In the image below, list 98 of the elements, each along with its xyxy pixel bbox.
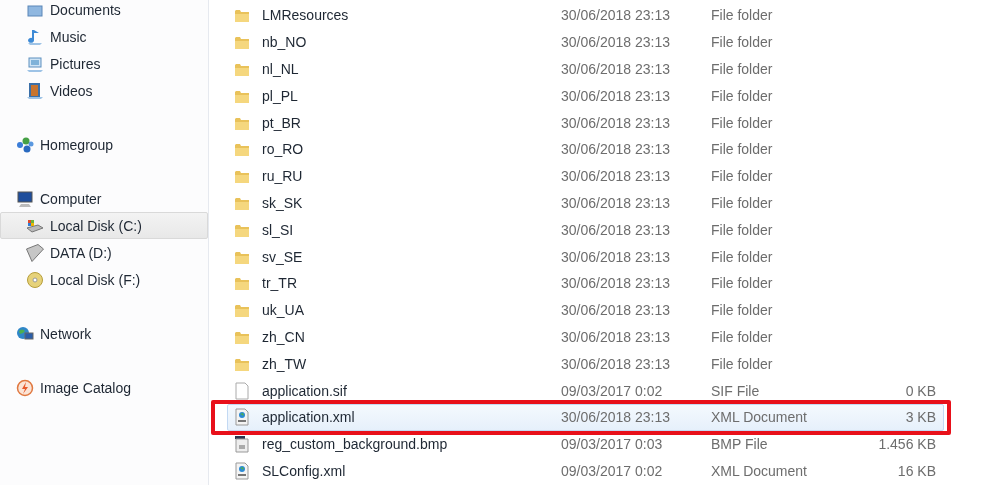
nav-item[interactable]: Local Disk (C:) bbox=[0, 212, 208, 239]
date-modified: 30/06/2018 23:13 bbox=[561, 87, 671, 104]
file-type: File folder bbox=[711, 221, 774, 238]
file-icon bbox=[234, 461, 250, 480]
file-type: File folder bbox=[711, 114, 774, 131]
file-type: BMP File bbox=[711, 436, 769, 453]
date-modified: 30/06/2018 23:13 bbox=[561, 61, 671, 77]
file-size: 16 KB bbox=[897, 462, 936, 479]
date-modified: 30/06/2018 23:13 bbox=[561, 355, 671, 372]
file-size: 0 KB bbox=[905, 382, 936, 399]
date-modified: 30/06/2018 23:13 bbox=[561, 409, 671, 426]
file-name: reg_custom_background.bmp bbox=[262, 436, 449, 453]
file-name: ru_RU bbox=[262, 168, 304, 185]
date-modified: 30/06/2018 23:13 bbox=[561, 275, 671, 292]
file-icon bbox=[234, 381, 250, 400]
file-row[interactable]: pl_PL 30/06/2018 23:13 File folder bbox=[227, 82, 944, 110]
date-modified: 30/06/2018 23:13 bbox=[561, 34, 671, 51]
file-name: sv_SE bbox=[262, 248, 304, 265]
file-name: tr_TR bbox=[262, 275, 298, 292]
computer-icon bbox=[16, 189, 34, 208]
file-type: File folder bbox=[711, 168, 774, 185]
file-icon bbox=[234, 435, 250, 454]
nav-item[interactable]: DATA (D:) bbox=[0, 239, 208, 266]
file-name: sk_SK bbox=[262, 194, 304, 211]
file-row[interactable]: uk_UA 30/06/2018 23:13 File folder bbox=[227, 296, 944, 324]
date-modified: 30/06/2018 23:13 bbox=[561, 221, 671, 238]
date-modified: 09/03/2017 0:03 bbox=[561, 436, 664, 453]
nav-item[interactable]: Network bbox=[0, 320, 208, 347]
file-name: nb_NO bbox=[262, 34, 308, 51]
file-type: File folder bbox=[711, 275, 774, 292]
file-type: File folder bbox=[711, 328, 774, 345]
file-type: File folder bbox=[711, 355, 774, 372]
file-name: zh_TW bbox=[262, 355, 308, 372]
file-type: File folder bbox=[711, 248, 774, 265]
file-type: SIF File bbox=[711, 382, 761, 399]
file-icon bbox=[234, 408, 250, 427]
file-name: pl_PL bbox=[262, 87, 299, 104]
date-modified: 30/06/2018 23:13 bbox=[561, 328, 671, 345]
file-row[interactable]: pt_BR 30/06/2018 23:13 File folder bbox=[227, 109, 944, 136]
nav-item[interactable]: Videos bbox=[0, 77, 208, 104]
file-row[interactable]: reg_custom_background.bmp 09/03/2017 0:03 BMP File 1.456 KB bbox=[227, 430, 944, 458]
date-modified: 09/03/2017 0:02 bbox=[561, 382, 664, 399]
file-row[interactable]: SLConfig.xml 09/03/2017 0:02 XML Document 16 KB bbox=[227, 457, 944, 485]
homegroup-icon bbox=[16, 135, 34, 154]
file-name: ro_RO bbox=[262, 141, 305, 158]
file-type: File folder bbox=[711, 7, 774, 24]
music-icon bbox=[26, 27, 44, 46]
date-modified: 30/06/2018 23:13 bbox=[561, 168, 671, 185]
file-row[interactable]: application.sif 09/03/2017 0:02 SIF File 0 KB bbox=[227, 377, 944, 404]
file-type: XML Document bbox=[711, 409, 808, 426]
file-name: zh_CN bbox=[262, 328, 306, 345]
file-type: File folder bbox=[711, 141, 774, 158]
nav-item[interactable]: Computer bbox=[0, 185, 208, 212]
file-type: XML Document bbox=[711, 462, 808, 479]
file-type: File folder bbox=[711, 61, 774, 77]
file-name: uk_UA bbox=[262, 302, 306, 319]
nav-item[interactable]: Music bbox=[0, 23, 208, 50]
file-row[interactable]: sl_SI 30/06/2018 23:13 File folder bbox=[227, 216, 944, 244]
file-type: File folder bbox=[711, 194, 774, 211]
file-type: File folder bbox=[711, 302, 774, 319]
file-row[interactable]: ru_RU 30/06/2018 23:13 File folder bbox=[227, 162, 944, 190]
date-modified: 30/06/2018 23:13 bbox=[561, 7, 671, 24]
date-modified: 30/06/2018 23:13 bbox=[561, 302, 671, 319]
date-modified: 09/03/2017 0:02 bbox=[561, 462, 664, 479]
date-modified: 30/06/2018 23:13 bbox=[561, 114, 671, 131]
file-row[interactable]: nl_NL 30/06/2018 23:13 File folder bbox=[227, 55, 944, 83]
nav-item[interactable]: Documents bbox=[0, 0, 208, 23]
date-modified: 30/06/2018 23:13 bbox=[561, 141, 671, 158]
file-row[interactable]: ro_RO 30/06/2018 23:13 File folder bbox=[227, 136, 944, 163]
file-name: LMResources bbox=[262, 7, 350, 24]
file-row[interactable]: sv_SE 30/06/2018 23:13 File folder bbox=[227, 243, 944, 270]
file-name: application.xml bbox=[262, 409, 356, 426]
file-row[interactable]: zh_CN 30/06/2018 23:13 File folder bbox=[227, 323, 944, 351]
file-size: 3 KB bbox=[905, 409, 936, 426]
nav-item[interactable]: Pictures bbox=[0, 50, 208, 77]
file-row[interactable]: sk_SK 30/06/2018 23:13 File folder bbox=[227, 189, 944, 217]
file-type: File folder bbox=[711, 34, 774, 51]
network-icon bbox=[16, 324, 34, 343]
file-row[interactable]: tr_TR 30/06/2018 23:13 File folder bbox=[227, 269, 944, 297]
date-modified: 30/06/2018 23:13 bbox=[561, 248, 671, 265]
pictures-icon bbox=[26, 54, 44, 73]
file-type: File folder bbox=[711, 87, 774, 104]
file-name: SLConfig.xml bbox=[262, 462, 347, 479]
nav-item[interactable]: Image Catalog bbox=[0, 374, 208, 401]
file-name: nl_NL bbox=[262, 61, 300, 77]
file-size: 1.456 KB bbox=[878, 436, 936, 453]
date-modified: 30/06/2018 23:13 bbox=[561, 194, 671, 211]
file-row[interactable]: nb_NO 30/06/2018 23:13 File folder bbox=[227, 28, 944, 56]
nav-item[interactable]: Homegroup bbox=[0, 131, 208, 158]
disc-icon bbox=[26, 270, 44, 289]
file-name: pt_BR bbox=[262, 114, 302, 131]
file-name: application.sif bbox=[262, 382, 348, 399]
file-row[interactable]: zh_TW 30/06/2018 23:13 File folder bbox=[227, 350, 944, 378]
videos-icon bbox=[26, 81, 44, 100]
file-name: sl_SI bbox=[262, 221, 295, 238]
catalog-icon bbox=[16, 378, 34, 397]
nav-item[interactable]: Local Disk (F:) bbox=[0, 266, 208, 293]
file-row[interactable]: LMResources 30/06/2018 23:13 File folder bbox=[227, 2, 944, 29]
